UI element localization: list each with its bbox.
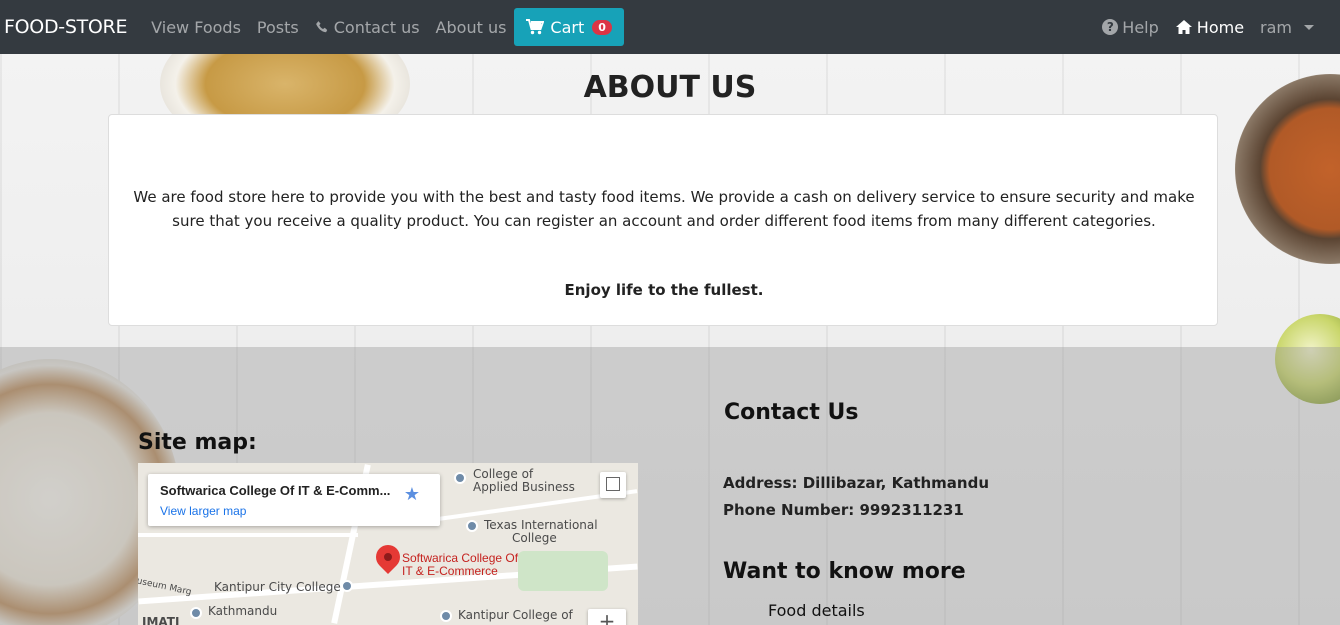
cart-count-badge: 0 — [592, 19, 612, 35]
user-dropdown[interactable]: ram — [1260, 18, 1314, 37]
map-poi-icon — [341, 580, 353, 592]
nav-contact-us[interactable]: Contact us — [315, 18, 420, 37]
map-label: Kantipur City College — [214, 580, 341, 594]
view-larger-map-link[interactable]: View larger map — [160, 504, 246, 518]
user-name: ram — [1260, 17, 1292, 37]
more-heading: Want to know more — [723, 559, 966, 584]
map-place-name: Softwarica College Of IT & E-Comm... — [160, 483, 391, 498]
page-title: ABOUT US — [583, 70, 757, 105]
nav-contact-label: Contact us — [333, 17, 420, 37]
food-details-link[interactable]: Food details — [768, 601, 865, 620]
map-info-card: Softwarica College Of IT & E-Comm... Vie… — [148, 474, 440, 526]
map-zoom-in-button[interactable]: + — [588, 609, 626, 625]
map-label: Kantipur College of — [458, 608, 573, 622]
map-poi-icon — [466, 520, 478, 532]
brand-logo[interactable]: FOOD-STORE — [4, 16, 127, 38]
map-label: IMATI — [142, 615, 180, 625]
contact-heading: Contact Us — [724, 400, 859, 425]
about-card: We are food store here to provide you wi… — [108, 114, 1218, 326]
map-label: Kathmandu — [208, 604, 278, 618]
star-icon[interactable]: ★ — [404, 484, 420, 505]
nav-home[interactable]: Home — [1175, 18, 1244, 37]
nav-home-label: Home — [1196, 17, 1245, 37]
question-circle-icon: ? — [1102, 19, 1119, 35]
sitemap-heading: Site map: — [138, 430, 257, 455]
about-description: We are food store here to provide you wi… — [133, 188, 1195, 230]
nav-right-group: ? Help Home ram — [1102, 18, 1314, 37]
fullscreen-icon — [606, 477, 620, 491]
map-road — [138, 533, 358, 537]
contact-address: Address: Dillibazar, Kathmandu — [723, 474, 990, 492]
about-tagline: Enjoy life to the fullest. — [564, 281, 764, 299]
map-pin-icon[interactable] — [371, 540, 405, 574]
nav-help[interactable]: ? Help — [1102, 17, 1159, 37]
map-fullscreen-button[interactable] — [600, 472, 626, 498]
caret-down-icon — [1304, 24, 1314, 30]
nav-about-us[interactable]: About us — [436, 18, 507, 37]
map-poi-icon — [190, 607, 202, 619]
cart-button[interactable]: Cart 0 — [514, 8, 624, 46]
map-pin-label: Softwarica College Of IT & E-Commerce — [402, 551, 519, 578]
contact-phone: Phone Number: 9992311231 — [723, 501, 964, 519]
map-poi-icon — [454, 472, 466, 484]
nav-posts[interactable]: Posts — [257, 18, 299, 37]
nav-help-label: Help — [1122, 17, 1159, 37]
top-navbar: FOOD-STORE View Foods Posts Contact us A… — [0, 0, 1340, 54]
home-icon — [1175, 20, 1192, 34]
map-park — [518, 551, 608, 591]
map-label: Texas International College — [484, 518, 598, 545]
embedded-map[interactable]: College of Applied Business Texas Intern… — [138, 463, 638, 625]
map-label: College of Applied Business — [473, 467, 575, 494]
map-poi-icon — [440, 610, 452, 622]
phone-icon — [315, 20, 327, 32]
nav-view-foods[interactable]: View Foods — [151, 18, 241, 37]
shopping-cart-icon — [526, 19, 545, 35]
cart-label: Cart — [550, 17, 585, 37]
